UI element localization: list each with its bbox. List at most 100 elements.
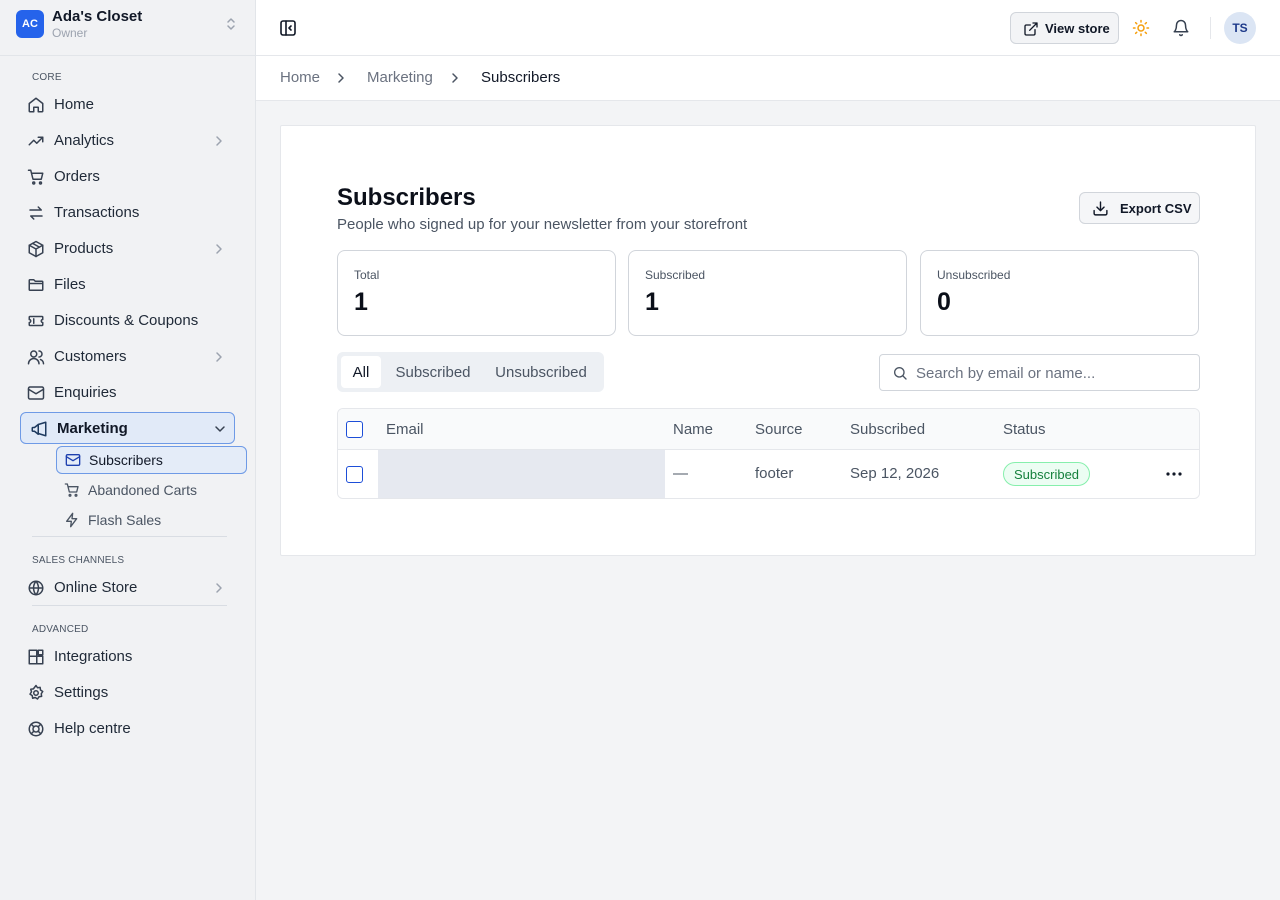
tab-subscribed[interactable]: Subscribed <box>387 356 479 388</box>
sidebar-subitem-flash-sales[interactable]: Flash Sales <box>56 506 247 534</box>
name-cell: — <box>673 465 688 482</box>
download-icon <box>1093 201 1108 216</box>
section-label-sales-channels: SALES CHANNELS <box>32 555 125 566</box>
view-store-label: View store <box>1045 21 1110 36</box>
stat-label: Unsubscribed <box>937 268 1011 282</box>
chevron-down-icon <box>215 426 225 432</box>
user-avatar[interactable]: TS <box>1224 12 1256 44</box>
column-header-name[interactable]: Name <box>673 421 713 438</box>
users-icon <box>27 350 45 365</box>
sidebar-item-orders[interactable]: Orders <box>20 160 235 192</box>
sidebar-subitem-label: Flash Sales <box>88 512 162 528</box>
column-header-email[interactable]: Email <box>386 421 424 438</box>
sidebar-item-label: Files <box>54 276 86 293</box>
blocks-icon <box>28 649 44 665</box>
sidebar-item-marketing[interactable]: Marketing <box>20 412 235 444</box>
top-bar: View store TS <box>256 0 1280 56</box>
sidebar-item-label: Analytics <box>54 132 115 149</box>
chevrons-up-down-icon <box>227 18 235 30</box>
stat-value: 1 <box>354 288 368 316</box>
home-icon <box>28 97 44 113</box>
breadcrumb-home[interactable]: Home <box>280 69 320 86</box>
select-all-checkbox[interactable] <box>346 421 363 438</box>
mail-icon <box>27 386 45 400</box>
sidebar-item-enquiries[interactable]: Enquiries <box>20 376 235 408</box>
store-switcher[interactable]: AC Ada's Closet Owner <box>0 0 255 56</box>
chevron-right-icon <box>216 244 222 254</box>
sidebar-item-label: Marketing <box>57 420 128 437</box>
search-box <box>879 354 1200 391</box>
bell-icon[interactable] <box>1172 19 1190 37</box>
sidebar-subitem-abandoned-carts[interactable]: Abandoned Carts <box>56 476 247 504</box>
breadcrumb: Home Marketing Subscribers <box>256 56 1280 101</box>
export-csv-button[interactable]: Export CSV <box>1079 192 1200 224</box>
sidebar-item-transactions[interactable]: Transactions <box>20 196 235 228</box>
arrows-left-right-icon <box>29 206 43 220</box>
sidebar-item-products[interactable]: Products <box>20 232 235 264</box>
globe-icon <box>28 580 44 596</box>
more-horizontal-icon[interactable] <box>1164 466 1184 482</box>
column-header-subscribed[interactable]: Subscribed <box>850 421 925 438</box>
stat-card-subscribed: Subscribed 1 <box>628 250 907 336</box>
chevron-right-icon <box>216 583 222 593</box>
tab-unsubscribed[interactable]: Unsubscribed <box>487 356 595 388</box>
search-input[interactable] <box>916 361 1186 385</box>
sidebar-item-settings[interactable]: Settings <box>20 676 235 708</box>
sidebar-item-analytics[interactable]: Analytics <box>20 124 235 156</box>
email-cell <box>378 450 665 498</box>
sun-icon[interactable] <box>1132 19 1150 37</box>
filter-tabs: All Subscribed Unsubscribed <box>337 352 604 392</box>
sidebar-item-discounts[interactable]: Discounts & Coupons <box>20 304 235 336</box>
sidebar-item-label: Enquiries <box>54 384 117 401</box>
store-avatar: AC <box>16 10 44 38</box>
cart-icon <box>64 483 79 497</box>
subscribed-date-cell: Sep 12, 2026 <box>850 465 940 482</box>
sidebar-item-label: Customers <box>54 348 127 365</box>
column-header-status[interactable]: Status <box>1003 421 1046 438</box>
sidebar-item-files[interactable]: Files <box>20 268 235 300</box>
mail-icon <box>65 454 81 466</box>
chevron-right-icon <box>452 73 458 83</box>
sidebar-item-label: Transactions <box>54 204 140 221</box>
life-buoy-icon <box>28 721 44 737</box>
zap-icon <box>66 512 78 528</box>
sidebar-item-label: Online Store <box>54 579 138 596</box>
sidebar-item-label: Products <box>54 240 114 257</box>
topbar-divider <box>1210 17 1211 39</box>
column-header-source[interactable]: Source <box>755 421 803 438</box>
sidebar-toggle-icon[interactable] <box>278 18 298 38</box>
breadcrumb-marketing[interactable]: Marketing <box>367 69 433 86</box>
stat-label: Subscribed <box>645 268 706 282</box>
stat-label: Total <box>354 268 380 282</box>
stat-card-total: Total 1 <box>337 250 616 336</box>
folder-icon <box>28 279 44 291</box>
sidebar-item-label: Discounts & Coupons <box>54 312 199 329</box>
export-csv-label: Export CSV <box>1120 201 1192 216</box>
tab-all[interactable]: All <box>341 356 381 388</box>
row-checkbox[interactable] <box>346 466 363 483</box>
sidebar-item-integrations[interactable]: Integrations <box>20 640 235 672</box>
table-row[interactable]: — footer Sep 12, 2026 Subscribed <box>338 450 1199 498</box>
stat-value: 1 <box>645 288 659 316</box>
trending-up-icon <box>28 136 44 146</box>
sidebar-subitem-subscribers[interactable]: Subscribers <box>56 446 247 474</box>
sidebar-divider <box>32 536 227 537</box>
sidebar-item-online-store[interactable]: Online Store <box>20 571 235 603</box>
page-subtitle: People who signed up for your newsletter… <box>337 216 748 233</box>
sidebar-item-home[interactable]: Home <box>20 88 235 120</box>
table-header: Email Name Source Subscribed Status <box>338 409 1199 450</box>
sidebar-item-customers[interactable]: Customers <box>20 340 235 372</box>
sidebar-subitem-label: Subscribers <box>89 452 163 468</box>
view-store-button[interactable]: View store <box>1010 12 1119 44</box>
sidebar-item-label: Help centre <box>54 720 131 737</box>
sidebar-item-help-centre[interactable]: Help centre <box>20 712 235 744</box>
search-icon <box>894 367 907 380</box>
chevron-right-icon <box>216 352 222 362</box>
status-badge: Subscribed <box>1003 462 1091 486</box>
ticket-icon <box>28 315 44 327</box>
megaphone-icon <box>31 421 47 437</box>
external-link-icon <box>1024 22 1038 36</box>
section-label-advanced: ADVANCED <box>32 624 89 635</box>
cart-icon <box>27 169 44 185</box>
chevron-right-icon <box>216 136 222 146</box>
